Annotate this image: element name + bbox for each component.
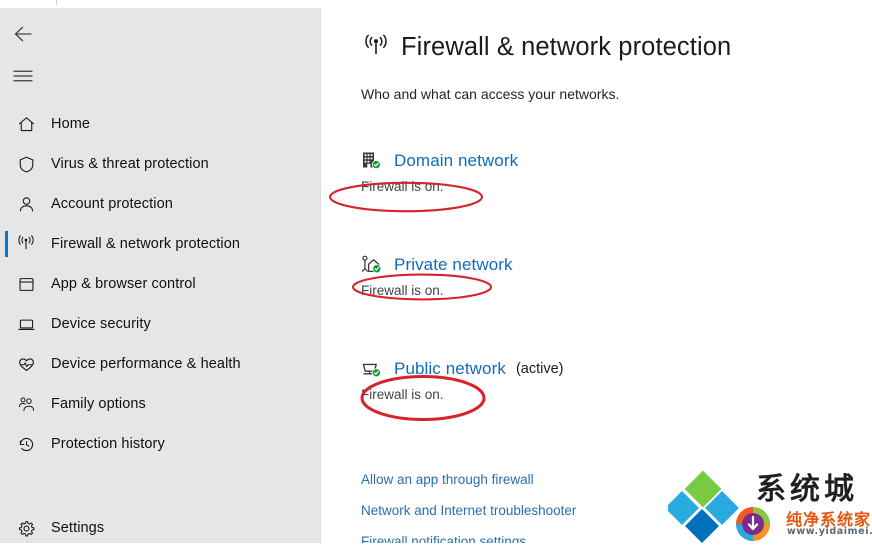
network-status-text: Firewall is on. [361,387,444,402]
network-section-public: Public network (active) Firewall is on. [361,358,564,402]
network-header[interactable]: Domain network [361,150,518,172]
sidebar-item-account-protection[interactable]: Account protection [0,184,321,224]
back-arrow-icon [12,23,34,50]
network-status-text: Firewall is on. [361,283,444,298]
sidebar-item-firewall-network-protection[interactable]: Firewall & network protection [0,224,321,264]
back-button[interactable] [6,19,40,53]
link-firewall-notification-settings[interactable]: Firewall notification settings [361,534,526,543]
sidebar-item-label: Protection history [51,436,165,452]
network-name-link[interactable]: Domain network [394,151,518,171]
people-group-icon [13,391,39,417]
sidebar-item-label: Family options [51,396,146,412]
selection-indicator [5,231,8,257]
sidebar-item-home[interactable]: Home [0,104,321,144]
sidebar-item-label: Home [51,116,91,132]
watermark-main-text: 系统城 [756,472,858,507]
windows-security-window: Home Virus & threat protection Account p… [0,0,872,543]
home-person-icon [361,254,385,276]
sidebar-item-virus-threat-protection[interactable]: Virus & threat protection [0,144,321,184]
page-subtitle: Who and what can access your networks. [361,86,620,102]
sidebar-item-device-security[interactable]: Device security [0,304,321,344]
related-links-list: Allow an app through firewall Network an… [361,472,576,543]
bench-monitor-icon [361,358,385,380]
hamburger-menu-icon [13,68,33,89]
sidebar-item-label: Virus & threat protection [51,156,209,172]
network-name-link[interactable]: Private network [394,255,513,275]
sidebar-item-settings[interactable]: Settings [0,508,321,548]
watermark: 系统城 纯净系统家园 www.yidaimei.com [665,462,872,543]
laptop-icon [13,311,39,337]
sidebar-item-family-options[interactable]: Family options [0,384,321,424]
shield-icon [13,151,39,177]
sidebar-item-label: Device security [51,316,151,332]
history-clock-icon [13,431,39,457]
network-name-link[interactable]: Public network [394,359,506,379]
sidebar-nav-list: Home Virus & threat protection Account p… [0,104,321,464]
app-window-icon [13,271,39,297]
network-active-label: (active) [515,361,564,377]
wifi-signal-icon [13,231,39,257]
link-allow-app-through-firewall[interactable]: Allow an app through firewall [361,472,534,487]
window-top-edge [0,0,872,8]
network-status-text: Firewall is on. [361,179,444,194]
link-network-internet-troubleshooter[interactable]: Network and Internet troubleshooter [361,503,576,518]
home-icon [13,111,39,137]
heart-pulse-icon [13,351,39,377]
menu-button[interactable] [6,61,40,95]
building-icon [361,150,385,172]
page-title: Firewall & network protection [401,32,732,61]
network-header[interactable]: Private network [361,254,513,276]
sidebar-item-label: Firewall & network protection [51,236,241,252]
page-header: Firewall & network protection [361,32,731,62]
sidebar-item-protection-history[interactable]: Protection history [0,424,321,464]
sidebar-item-label: App & browser control [51,276,196,292]
watermark-badge-icon [736,507,770,541]
sidebar-item-label: Settings [51,520,105,536]
network-header[interactable]: Public network (active) [361,358,564,380]
sidebar-item-device-performance-health[interactable]: Device performance & health [0,344,321,384]
window-edge-tick [56,0,57,5]
watermark-url: www.yidaimei.com [787,526,872,537]
network-section-private: Private network Firewall is on. [361,254,513,298]
sidebar-item-label: Device performance & health [51,356,241,372]
sidebar-item-app-browser-control[interactable]: App & browser control [0,264,321,304]
network-section-domain: Domain network Firewall is on. [361,150,518,194]
person-icon [13,191,39,217]
navigation-sidebar: Home Virus & threat protection Account p… [0,8,321,543]
wifi-signal-icon [361,32,391,62]
sidebar-settings-container: Settings [0,508,321,548]
sidebar-item-label: Account protection [51,196,173,212]
gear-icon [13,515,39,541]
